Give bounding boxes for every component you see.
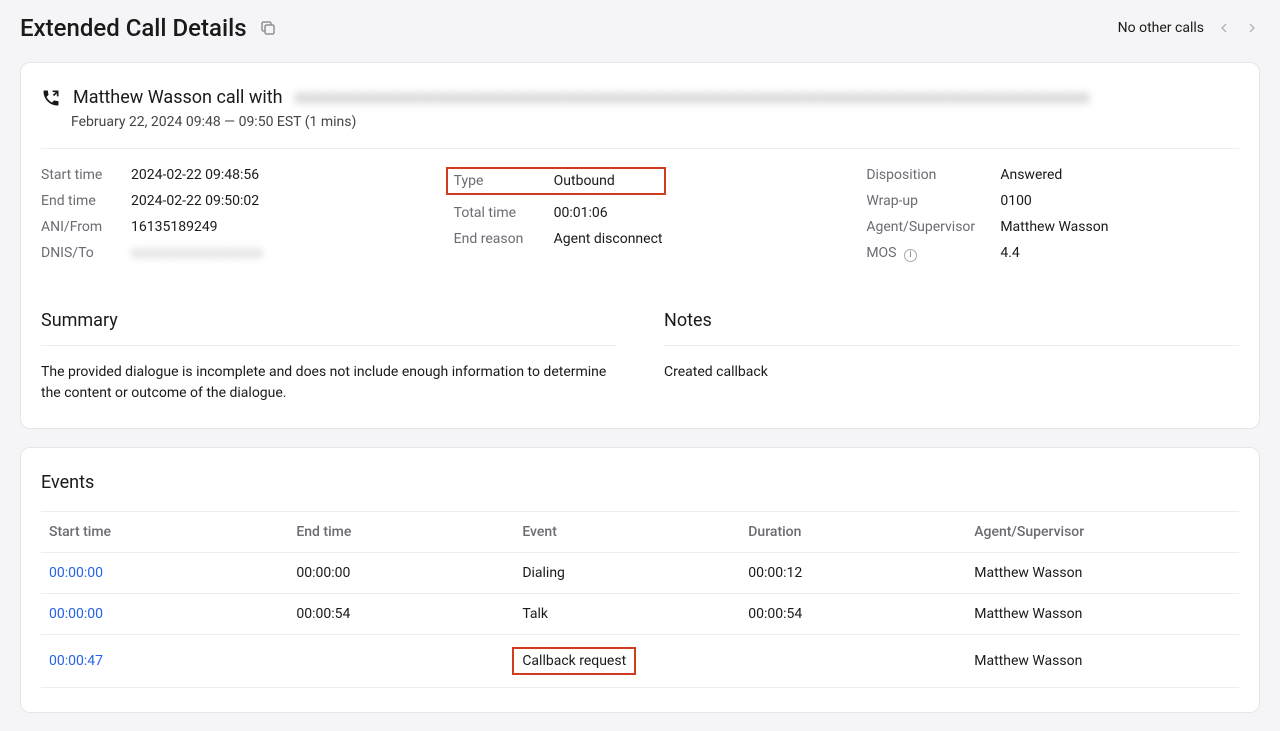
call-title-redacted: xxxxxxxxxxxxxxxxxxxxxxxxxxxxxxxxxxxxxxxx… <box>295 87 1090 108</box>
ani-from-label: ANI/From <box>41 219 115 235</box>
table-row: 00:00:47 Callback request Matthew Wasson <box>41 635 1239 688</box>
notes-section: Notes Created callback <box>664 310 1239 404</box>
call-header: Matthew Wasson call with xxxxxxxxxxxxxxx… <box>41 87 1239 149</box>
call-subtitle: February 22, 2024 09:48 — 09:50 EST (1 m… <box>41 114 1239 130</box>
end-reason-label: End reason <box>454 231 538 247</box>
end-time-value: 2024-02-22 09:50:02 <box>131 193 259 209</box>
page-title: Extended Call Details <box>20 14 247 42</box>
total-time-value: 00:01:06 <box>554 205 608 221</box>
event-start-time[interactable]: 00:00:00 <box>49 565 284 581</box>
event-duration: 00:00:54 <box>748 606 962 622</box>
total-time-label: Total time <box>454 205 538 221</box>
event-name-cell: Callback request <box>522 647 736 675</box>
page-header: Extended Call Details No other calls <box>0 0 1280 62</box>
event-end-time: 00:00:54 <box>296 606 510 622</box>
col-start-time: Start time <box>49 524 284 540</box>
wrap-up-value: 0100 <box>1000 193 1031 209</box>
disposition-label: Disposition <box>866 167 984 183</box>
meta-grid: Start time 2024-02-22 09:48:56 End time … <box>41 149 1239 262</box>
disposition-value: Answered <box>1000 167 1062 183</box>
table-row: 00:00:00 00:00:54 Talk 00:00:54 Matthew Wass… <box>41 594 1239 635</box>
agent-supervisor-value: Matthew Wasson <box>1000 219 1108 235</box>
mos-label: MOS i <box>866 245 984 262</box>
agent-supervisor-label: Agent/Supervisor <box>866 219 984 235</box>
start-time-value: 2024-02-22 09:48:56 <box>131 167 259 183</box>
meta-end-reason: End reason Agent disconnect <box>454 231 827 247</box>
meta-ani-from: ANI/From 16135189249 <box>41 219 414 235</box>
call-title-prefix: Matthew Wasson call with <box>73 87 283 108</box>
type-label: Type <box>454 173 538 189</box>
summary-title: Summary <box>41 310 616 346</box>
end-time-label: End time <box>41 193 115 209</box>
mos-value: 4.4 <box>1000 245 1019 261</box>
notes-body: Created callback <box>664 362 1239 383</box>
ani-from-value: 16135189249 <box>131 219 218 235</box>
meta-end-time: End time 2024-02-22 09:50:02 <box>41 193 414 209</box>
meta-mos: MOS i 4.4 <box>866 245 1239 262</box>
events-header-row: Start time End time Event Duration Agent… <box>41 511 1239 553</box>
meta-col-3: Disposition Answered Wrap-up 0100 Agent/… <box>866 167 1239 262</box>
event-name-highlight: Callback request <box>512 647 636 675</box>
col-duration: Duration <box>748 524 962 540</box>
meta-agent-supervisor: Agent/Supervisor Matthew Wasson <box>866 219 1239 235</box>
pager-label: No other calls <box>1118 20 1204 36</box>
call-details-card: Matthew Wasson call with xxxxxxxxxxxxxxx… <box>20 62 1260 429</box>
event-start-time[interactable]: 00:00:47 <box>49 653 284 669</box>
mos-label-text: MOS <box>866 245 896 261</box>
summary-section: Summary The provided dialogue is incompl… <box>41 310 616 404</box>
type-value: Outbound <box>554 173 615 189</box>
title-wrap: Extended Call Details <box>20 14 277 42</box>
dnis-to-value: xxxxxxxxxxxxxxxxxxx <box>131 245 263 261</box>
event-name-cell: Dialing <box>522 565 736 581</box>
meta-start-time: Start time 2024-02-22 09:48:56 <box>41 167 414 183</box>
event-duration: 00:00:12 <box>748 565 962 581</box>
copy-icon[interactable] <box>259 19 277 37</box>
event-end-time: 00:00:00 <box>296 565 510 581</box>
outbound-call-icon <box>41 88 61 108</box>
meta-disposition: Disposition Answered <box>866 167 1239 183</box>
meta-total-time: Total time 00:01:06 <box>454 205 827 221</box>
events-body: 00:00:00 00:00:00 Dialing 00:00:12 Matthew W… <box>41 553 1239 688</box>
call-title-row: Matthew Wasson call with xxxxxxxxxxxxxxx… <box>41 87 1239 108</box>
event-start-time[interactable]: 00:00:00 <box>49 606 284 622</box>
dnis-to-label: DNIS/To <box>41 245 115 261</box>
events-title: Events <box>41 472 1239 493</box>
wrap-up-label: Wrap-up <box>866 193 984 209</box>
meta-dnis-to: DNIS/To xxxxxxxxxxxxxxxxxxx <box>41 245 414 261</box>
events-card: Events Start time End time Event Duratio… <box>20 447 1260 713</box>
start-time-label: Start time <box>41 167 115 183</box>
meta-col-1: Start time 2024-02-22 09:48:56 End time … <box>41 167 414 262</box>
meta-col-2: Type Outbound Total time 00:01:06 End re… <box>454 167 827 262</box>
end-reason-value: Agent disconnect <box>554 231 663 247</box>
events-table: Start time End time Event Duration Agent… <box>41 511 1239 688</box>
event-agent: Matthew Wasson <box>974 565 1231 581</box>
summary-body: The provided dialogue is incomplete and … <box>41 362 616 404</box>
col-end-time: End time <box>296 524 510 540</box>
chevron-right-icon[interactable] <box>1244 20 1260 36</box>
event-name-cell: Talk <box>522 606 736 622</box>
pager: No other calls <box>1118 20 1260 36</box>
notes-title: Notes <box>664 310 1239 346</box>
summary-notes-row: Summary The provided dialogue is incompl… <box>41 310 1239 404</box>
meta-type-highlight: Type Outbound <box>446 167 666 195</box>
col-agent: Agent/Supervisor <box>974 524 1231 540</box>
event-agent: Matthew Wasson <box>974 606 1231 622</box>
chevron-left-icon[interactable] <box>1216 20 1232 36</box>
col-event: Event <box>522 524 736 540</box>
info-icon[interactable]: i <box>904 249 917 262</box>
meta-wrap-up: Wrap-up 0100 <box>866 193 1239 209</box>
table-row: 00:00:00 00:00:00 Dialing 00:00:12 Matthew W… <box>41 553 1239 594</box>
event-agent: Matthew Wasson <box>974 653 1231 669</box>
